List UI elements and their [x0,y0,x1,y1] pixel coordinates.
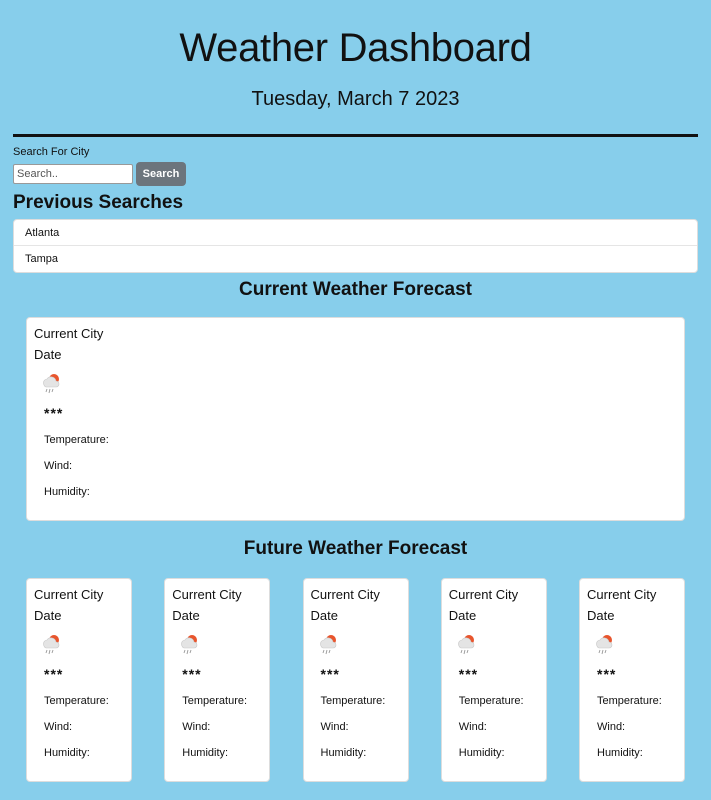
card-temperature: Temperature: [320,695,386,707]
search-label: Search For City [13,146,90,158]
card-wind: Wind: [597,721,626,733]
card-wind: Wind: [44,721,73,733]
card-temperature: Temperature: [44,695,109,707]
card-humidity: Humidity: [44,747,90,759]
card-wind: Wind: [182,721,211,733]
card-humidity: Humidity: [458,747,505,759]
card-city: Current City [172,587,242,602]
rain-sun-icon [43,374,60,394]
card-wind: Wind: [320,721,349,733]
header: Weather Dashboard Tuesday, March 7 2023 [0,0,711,111]
previous-searches-list: Atlanta Tampa [13,219,698,273]
card-description: *** [44,405,64,421]
card-description: *** [44,666,64,682]
rain-sun-icon [596,635,613,655]
future-forecast-row: Current City Date *** Temperature: Wind:… [26,578,685,782]
card-humidity: Humidity: [182,747,229,759]
card-date: Date [172,608,200,623]
card-temperature: Temperature: [182,695,248,707]
card-humidity: Humidity: [44,486,90,498]
card-temperature: Temperature: [458,695,524,707]
forecast-card: Current City Date *** Temperature: Wind:… [440,578,547,782]
card-description: *** [458,666,479,682]
forecast-card: Current City Date *** Temperature: Wind:… [164,578,271,782]
card-description: *** [597,666,617,682]
card-city: Current City [448,587,519,602]
card-date: Date [34,347,62,362]
rain-sun-icon [43,635,60,655]
card-city: Current City [310,587,380,602]
search-row: Search [13,162,698,186]
card-city: Current City [34,587,104,602]
forecast-card: Current City Date *** Temperature: Wind:… [579,578,685,782]
card-city: Current City [34,326,104,341]
rain-sun-icon [319,635,336,655]
current-forecast-title: Current Weather Forecast [239,279,472,300]
current-date: Tuesday, March 7 2023 [251,88,460,110]
card-wind: Wind: [44,460,73,472]
card-description: *** [320,666,340,682]
card-temperature: Temperature: [597,695,662,707]
current-weather-card: Current City Date *** Temperature: Wind:… [26,317,685,521]
future-forecast-title: Future Weather Forecast [243,538,468,559]
previous-search-item[interactable]: Atlanta [14,220,697,246]
search-input[interactable] [13,164,133,184]
previous-searches-title: Previous Searches [13,192,184,213]
card-temperature: Temperature: [44,434,109,446]
card-date: Date [34,608,62,623]
previous-search-item[interactable]: Tampa [14,246,697,272]
rain-sun-icon [181,635,198,655]
page-title: Weather Dashboard [179,26,532,70]
card-humidity: Humidity: [320,747,367,759]
forecast-card: Current City Date *** Temperature: Wind:… [302,578,409,782]
card-city: Current City [587,587,657,602]
card-date: Date [587,608,615,623]
search-section: Search For City Search [0,137,711,186]
card-description: *** [182,666,202,682]
card-wind: Wind: [458,721,487,733]
search-button[interactable]: Search [136,162,186,186]
card-date: Date [448,608,477,623]
card-date: Date [310,608,338,623]
forecast-card: Current City Date *** Temperature: Wind:… [26,578,132,782]
rain-sun-icon [457,635,474,655]
card-humidity: Humidity: [597,747,643,759]
